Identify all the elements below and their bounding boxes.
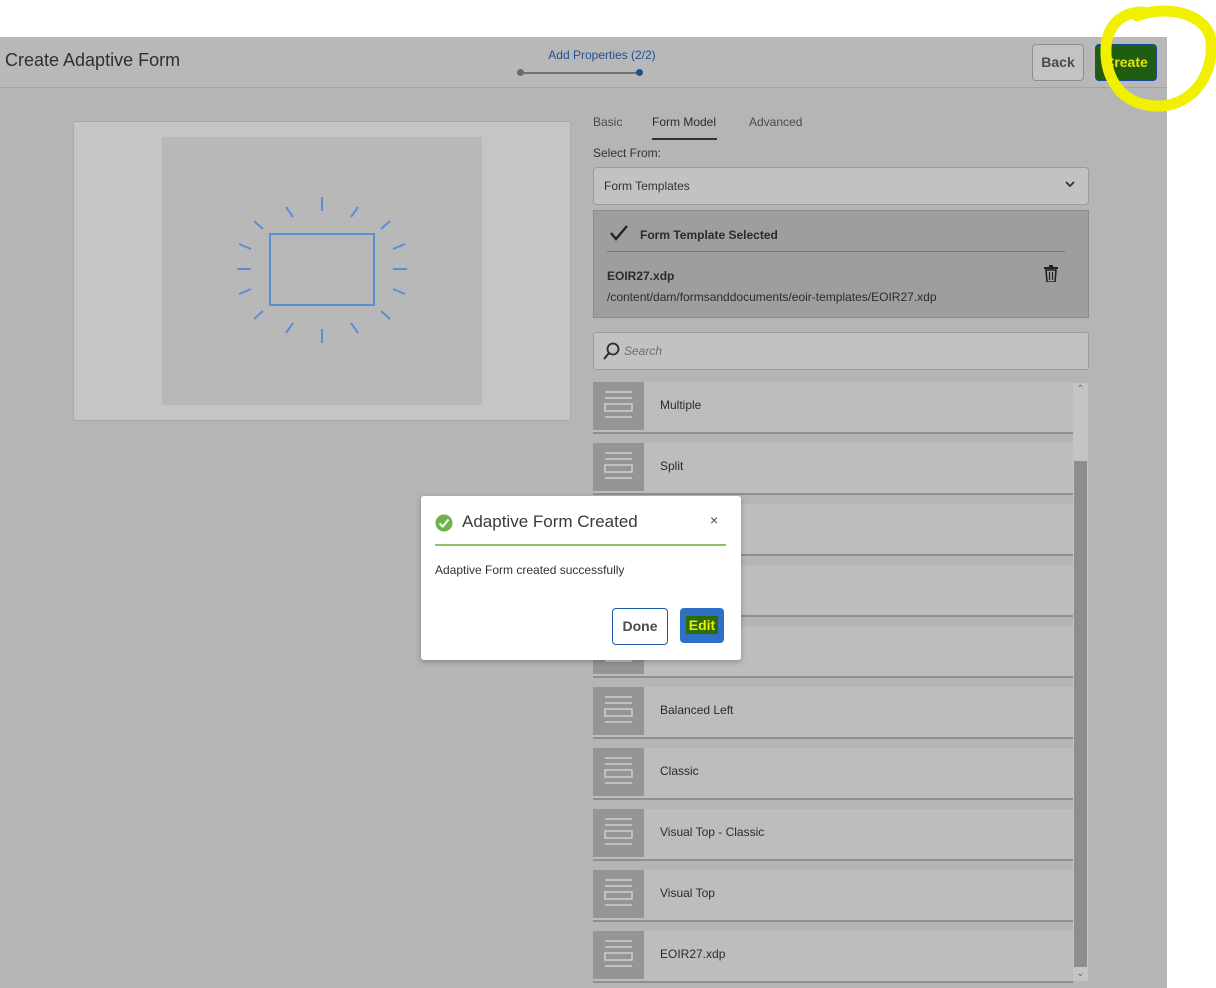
template-icon [593,870,644,918]
template-icon [593,443,644,491]
header-bar: Create Adaptive Form Add Properties (2/2… [0,37,1167,88]
tab-basic[interactable]: Basic [593,115,622,129]
back-button[interactable]: Back [1032,44,1084,81]
page-title: Create Adaptive Form [5,50,181,70]
list-scrollbar-thumb[interactable] [1074,461,1087,967]
template-icon [593,382,644,430]
select-from-value: Form Templates [604,179,690,193]
list-item-label: Visual Top [660,886,715,900]
selected-file-name: EOIR27.xdp [607,269,675,283]
form-placeholder-icon [237,197,407,343]
trash-icon[interactable] [1044,265,1058,282]
template-preview-card [73,121,571,421]
selected-file-path: /content/dam/formsanddocuments/eoir-temp… [607,290,937,304]
list-item[interactable]: Multiple [593,382,1073,434]
step-dot-2[interactable] [636,69,643,76]
checkmark-icon [610,225,628,241]
dialog-divider [435,544,726,546]
divider [607,251,1065,252]
done-button[interactable]: Done [612,608,668,645]
list-item-label: Classic [660,764,699,778]
list-item[interactable]: Split [593,443,1073,495]
list-item[interactable]: Balanced Left [593,687,1073,739]
step-dot-1[interactable] [517,69,524,76]
template-preview-image [162,137,482,405]
template-icon [593,931,644,979]
highlight-annotation [1100,5,1216,112]
search-icon [603,342,620,360]
check-circle-icon [435,514,453,532]
tab-advanced[interactable]: Advanced [749,115,802,129]
list-item-label: Multiple [660,398,702,412]
edit-button[interactable]: Edit [680,608,724,643]
list-item-label: Balanced Left [660,703,734,717]
success-dialog: Adaptive Form Created × Adaptive Form cr… [421,496,741,660]
selected-template-panel: Form Template Selected EOIR27.xdp /conte… [593,210,1089,318]
list-item[interactable]: Classic [593,748,1073,800]
list-item[interactable]: EOIR27.xdp [593,931,1073,983]
dialog-title: Adaptive Form Created [462,512,638,531]
template-icon [593,748,644,796]
active-tab-indicator [652,138,717,140]
template-icon [593,809,644,857]
list-item[interactable]: Visual Top [593,870,1073,922]
template-icon [593,687,644,735]
stepper-label: Add Properties (2/2) [548,48,656,62]
selected-heading: Form Template Selected [640,228,778,242]
stepper-line [521,72,639,74]
select-from-dropdown[interactable]: Form Templates [593,167,1089,205]
template-list: Multiple Split Balanced Left Classic Vis… [593,382,1073,988]
list-item-label: Split [660,459,684,473]
search-placeholder: Search [624,344,663,358]
select-from-label: Select From: [593,146,662,160]
list-item-label: EOIR27.xdp [660,947,726,961]
list-item[interactable]: Visual Top - Classic [593,809,1073,861]
chevron-down-icon [1065,181,1075,188]
edit-button-label: Edit [685,616,719,634]
close-icon[interactable]: × [710,512,718,528]
template-search-input[interactable]: Search [593,332,1089,370]
scroll-down-icon[interactable]: ⌄ [1073,967,1088,981]
scroll-up-icon[interactable]: ⌃ [1073,383,1088,397]
list-item-label: Visual Top - Classic [660,825,765,839]
tab-form-model[interactable]: Form Model [652,115,716,129]
dialog-message: Adaptive Form created successfully [435,563,625,577]
